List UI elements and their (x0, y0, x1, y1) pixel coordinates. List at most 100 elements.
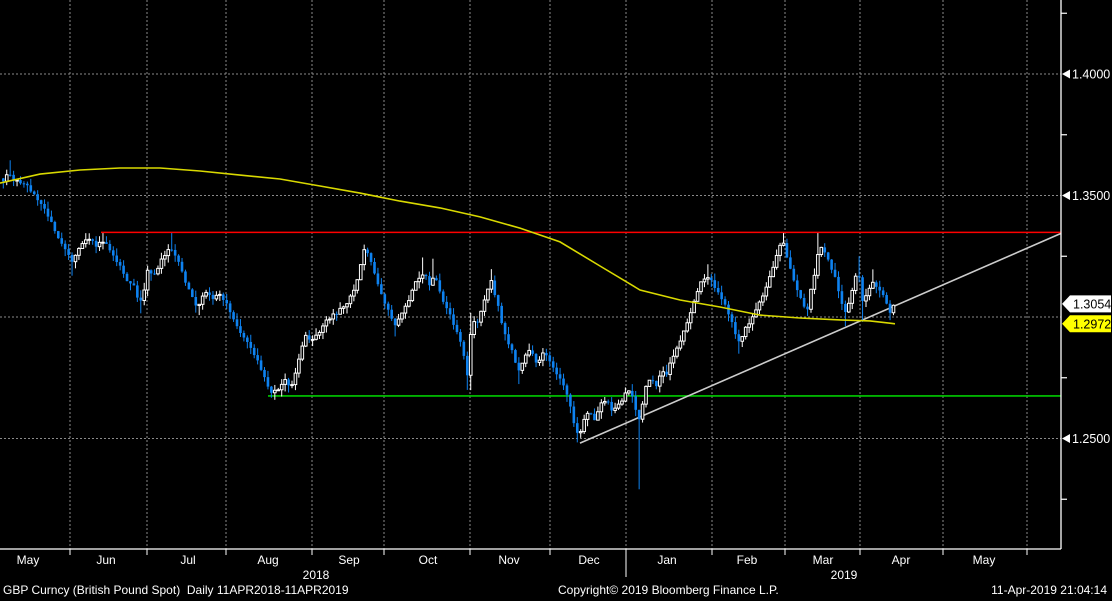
candle-up (850, 289, 855, 304)
candle-down (46, 208, 50, 217)
candle-up (420, 274, 425, 279)
candle-down (50, 216, 53, 222)
candle-up (743, 326, 748, 338)
candle-up (675, 347, 679, 357)
candle-down (70, 254, 74, 262)
candle-down (606, 401, 610, 403)
candle-up (321, 325, 325, 333)
candle-up (145, 269, 150, 291)
candle-down (713, 280, 717, 288)
candle-up (740, 336, 745, 342)
candle-up (410, 289, 415, 302)
candle-down (335, 313, 338, 315)
candle-down (256, 355, 259, 361)
candle-up (520, 362, 525, 371)
candle-down (125, 273, 129, 282)
candle-down (493, 280, 497, 296)
candle-up (767, 276, 772, 288)
candle-up (273, 389, 277, 394)
candle-up (214, 294, 219, 300)
candle-up (317, 331, 322, 336)
candle-up (348, 295, 353, 305)
candle-down (500, 305, 503, 324)
x-axis-month-label: Jul (180, 553, 195, 567)
candle-down (129, 281, 132, 284)
candle-up (97, 241, 102, 248)
candle-down (441, 291, 445, 302)
candle-up (688, 312, 693, 324)
candle-up (87, 238, 92, 241)
y-axis-label-arrow (1062, 434, 1070, 443)
candle-down (826, 252, 830, 260)
candle-up (303, 334, 308, 347)
candle-down (435, 278, 438, 281)
footer-timestamp: 11-Apr-2019 21:04:14 (991, 583, 1107, 597)
candle-down (132, 283, 136, 286)
candle-down (888, 303, 892, 313)
candle-up (400, 312, 404, 320)
candle-down (67, 249, 70, 255)
candle-down (53, 221, 57, 232)
candle-down (136, 285, 139, 298)
candle-down (548, 355, 552, 362)
candle-down (840, 291, 844, 304)
candle-up (671, 355, 676, 364)
candle-down (393, 318, 397, 326)
candle-up (761, 295, 765, 303)
candle-down (63, 243, 67, 250)
candle-up (620, 400, 624, 405)
candle-up (279, 383, 284, 391)
candle-up (578, 431, 583, 434)
candle-down (211, 294, 215, 299)
candle-up (283, 379, 287, 385)
x-axis-month-label: Oct (419, 553, 438, 567)
candle-up (77, 248, 81, 256)
candle-down (235, 319, 239, 327)
candle-up (290, 384, 294, 387)
x-axis-year-label: 2019 (831, 568, 858, 582)
candle-down (802, 297, 806, 307)
candle-down (270, 386, 273, 393)
candle-up (699, 281, 703, 293)
candle-up (599, 402, 604, 413)
candle-up (750, 316, 755, 325)
candle-down (637, 409, 641, 420)
x-axis-month-label: May (17, 553, 40, 567)
candle-up (362, 249, 366, 266)
candle-up (338, 307, 342, 315)
candle-up (482, 299, 487, 312)
candle-up (682, 330, 686, 342)
candle-up (472, 321, 476, 336)
candle-down (476, 321, 479, 323)
candle-down (184, 271, 187, 283)
candle-down (139, 297, 143, 301)
candle-up (778, 244, 782, 256)
candle-down (56, 231, 60, 239)
price-label-boxes: 1.3054 1.2972 (1062, 295, 1111, 333)
y-axis-labels: 1.4000 1.3500 1.2500 (1062, 68, 1110, 446)
x-axis-month-label: Feb (737, 553, 758, 567)
candle-up (819, 246, 824, 256)
candle-up (853, 275, 858, 291)
footer-copyright: Copyright© 2019 Bloomberg Finance L.P. (558, 583, 779, 597)
candle-down (173, 249, 177, 256)
trend-line (579, 232, 1062, 444)
y-axis-label: 1.4000 (1072, 68, 1110, 82)
candle-up (4, 174, 9, 182)
candle-down (36, 194, 39, 201)
footer-instrument-title: GBP Curncy (British Pound Spot) Daily 11… (3, 583, 349, 597)
candle-down (115, 255, 119, 263)
candle-up (200, 295, 205, 305)
candle-down (187, 282, 191, 290)
candle-down (795, 280, 799, 291)
candle-down (830, 259, 833, 270)
candle-down (448, 308, 452, 315)
candle-up (527, 349, 531, 356)
ma-price-label-text: 1.2972 (1073, 317, 1111, 331)
candle-down (885, 295, 888, 304)
x-axis-month-label: Dec (578, 553, 599, 567)
candle-up (276, 389, 281, 392)
candle-down (94, 240, 98, 247)
x-axis-month-label: Mar (813, 553, 834, 567)
candle-up (80, 243, 85, 250)
